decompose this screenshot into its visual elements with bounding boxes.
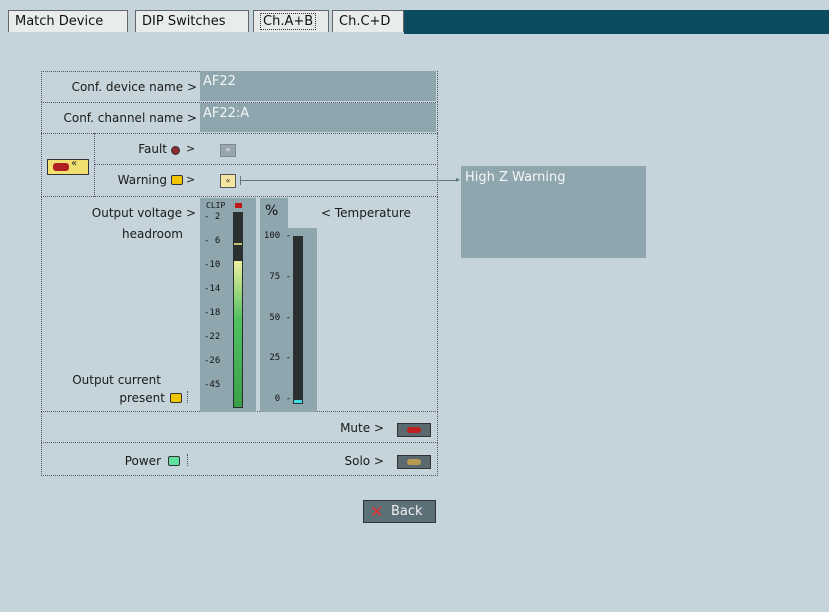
close-icon: ✕ — [370, 502, 384, 521]
back-button[interactable]: ✕ Back — [363, 500, 436, 523]
back-label: Back — [391, 504, 423, 519]
warning-detail-icon[interactable]: « — [220, 174, 236, 188]
temperature-scale-tick: 0 - — [274, 394, 291, 404]
temperature-meter: 100 - 75 - 50 - 25 - 0 - — [260, 228, 317, 412]
voltage-scale-tick: -45 — [204, 380, 221, 390]
percent-header: % — [260, 198, 288, 228]
tab-bar-fill — [404, 10, 829, 34]
status-indicator-icon: « — [47, 158, 89, 175]
solo-label: Solo > — [344, 454, 384, 468]
voltage-scale-tick: -14 — [204, 284, 221, 294]
warning-led — [171, 175, 183, 185]
temperature-bar-fill — [294, 400, 302, 403]
temperature-label: < Temperature — [321, 206, 411, 220]
percent-label: % — [265, 203, 279, 219]
status-chevron-icon: « — [71, 158, 78, 169]
voltage-scale-tick: - 2 — [204, 212, 221, 222]
warning-message-box: High Z Warning — [461, 166, 646, 258]
channel-panel: Conf. device name > AF22 Conf. channel n… — [41, 71, 438, 476]
output-current-divider — [187, 391, 189, 403]
headroom-label: headroom — [121, 227, 183, 241]
clip-label: CLIP — [206, 201, 226, 210]
power-led — [168, 456, 180, 466]
voltage-bar-fill — [234, 261, 242, 407]
warning-connector: ▸ — [240, 176, 460, 185]
temperature-scale-tick: 100 - — [263, 231, 291, 241]
clip-led — [235, 203, 242, 208]
mute-button[interactable] — [397, 423, 431, 437]
tab-bar: Match Device DIP Switches Ch.A+B Ch.C+D — [0, 0, 829, 34]
power-label: Power — [124, 454, 161, 468]
mute-led — [407, 427, 421, 433]
solo-button[interactable] — [397, 455, 431, 469]
tab-ch-a-b[interactable]: Ch.A+B — [253, 10, 329, 32]
output-current-label: Output current — [72, 373, 161, 387]
fault-warning-divider — [95, 164, 438, 165]
voltage-scale-tick: -22 — [204, 332, 221, 342]
tab-ch-a-b-label: Ch.A+B — [260, 13, 317, 30]
voltage-scale-tick: -26 — [204, 356, 221, 366]
connector-start-tick — [240, 176, 241, 185]
fault-detail-icon[interactable]: » — [220, 144, 236, 157]
fault-arrow: > — [186, 142, 196, 155]
present-label: present — [119, 391, 165, 405]
voltage-scale-tick: -10 — [204, 260, 221, 270]
mute-label: Mute > — [340, 421, 384, 435]
device-name-label: Conf. device name > — [71, 80, 197, 94]
channel-name-label: Conf. channel name > — [63, 111, 197, 125]
voltage-bar-track — [233, 212, 243, 408]
tab-ch-c-d[interactable]: Ch.C+D — [332, 10, 404, 32]
voltage-scale-tick: - 6 — [204, 236, 221, 246]
temperature-scale-tick: 75 - — [269, 272, 291, 282]
voltage-meter: CLIP - 2 - 6 -10 -14 -18 -22 -26 -45 — [200, 198, 256, 412]
output-current-led — [170, 393, 182, 403]
tab-match-device[interactable]: Match Device — [8, 10, 128, 32]
warning-label: Warning — [117, 173, 167, 187]
voltage-peak-marker — [234, 243, 242, 245]
solo-led — [407, 459, 421, 465]
connector-arrow-icon: ▸ — [455, 175, 460, 184]
channel-name-field[interactable]: AF22:A — [200, 103, 436, 132]
fault-led — [171, 146, 180, 155]
device-name-field[interactable]: AF22 — [200, 71, 436, 101]
warning-arrow: > — [186, 173, 196, 186]
fault-label: Fault — [138, 142, 167, 156]
output-voltage-label: Output voltage > — [91, 206, 196, 220]
tab-dip-switches[interactable]: DIP Switches — [135, 10, 249, 32]
status-red-bar — [53, 163, 69, 171]
temperature-scale-tick: 25 - — [269, 353, 291, 363]
voltage-scale-tick: -18 — [204, 308, 221, 318]
power-divider — [187, 454, 189, 466]
temperature-bar-track — [293, 236, 303, 404]
temperature-scale-tick: 50 - — [269, 313, 291, 323]
